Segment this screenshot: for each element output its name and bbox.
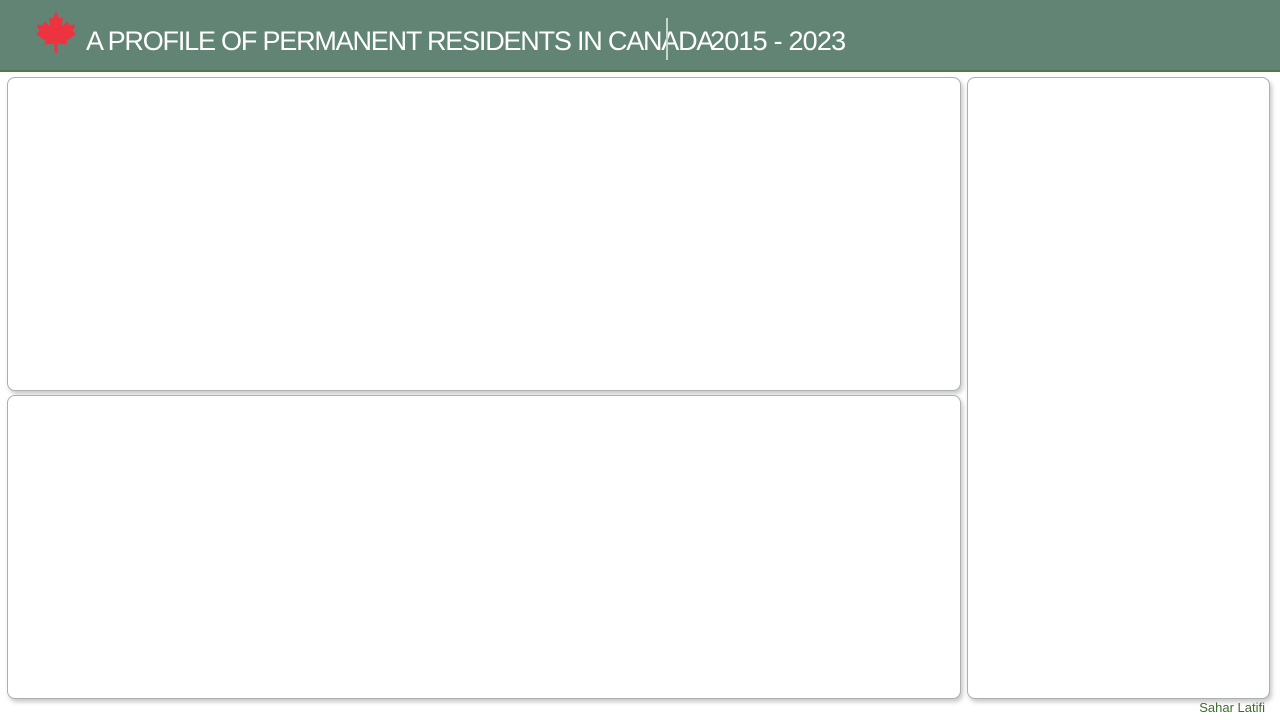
top-chart-panel bbox=[7, 77, 961, 391]
maple-leaf-icon bbox=[35, 11, 77, 54]
header-divider bbox=[666, 18, 668, 60]
author-credit: Sahar Latifi bbox=[1199, 700, 1265, 715]
header-bar: A PROFILE OF PERMANENT RESIDENTS IN CANA… bbox=[0, 0, 1280, 72]
date-range-label: 2015 - 2023 bbox=[710, 26, 846, 56]
bottom-chart-panel bbox=[7, 395, 961, 699]
side-panel bbox=[967, 77, 1270, 699]
page-title: A PROFILE OF PERMANENT RESIDENTS IN CANA… bbox=[86, 26, 714, 56]
